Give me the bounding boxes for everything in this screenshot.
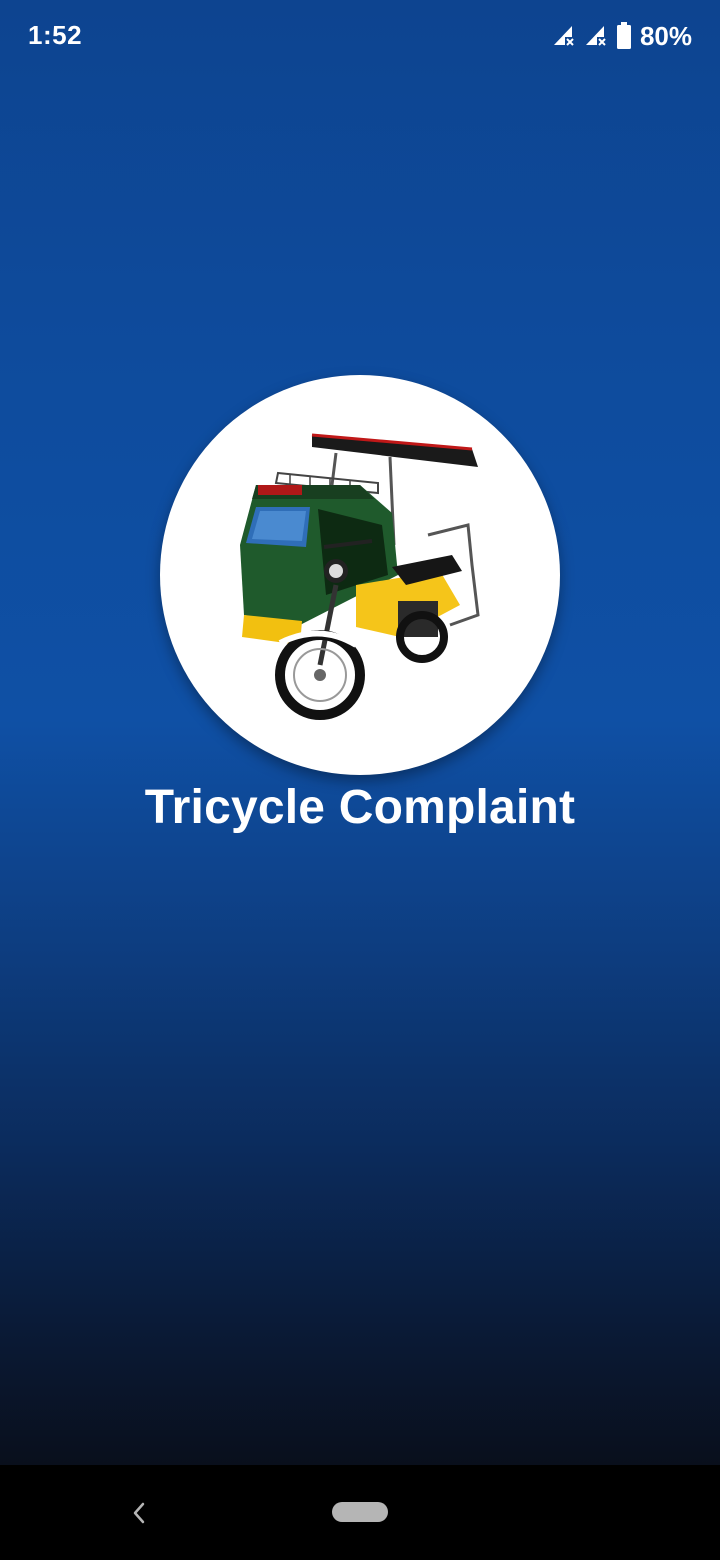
status-icons: 80%: [552, 20, 692, 52]
back-icon[interactable]: [124, 1495, 154, 1531]
signal-icon: [584, 23, 610, 49]
splash-screen: 1:52 80% Tricycle Complaint: [0, 0, 720, 1560]
battery-icon: [616, 22, 632, 50]
navigation-bar: [0, 1465, 720, 1560]
app-logo: [160, 375, 560, 775]
battery-percent: 80%: [639, 20, 692, 51]
signal-icon: [552, 23, 578, 49]
status-time: 1:52: [28, 20, 83, 50]
home-button[interactable]: [332, 1502, 388, 1522]
tricycle-icon: [240, 433, 480, 720]
app-title: Tricycle Complaint: [144, 781, 576, 834]
status-bar: 1:52 80%: [0, 0, 720, 72]
